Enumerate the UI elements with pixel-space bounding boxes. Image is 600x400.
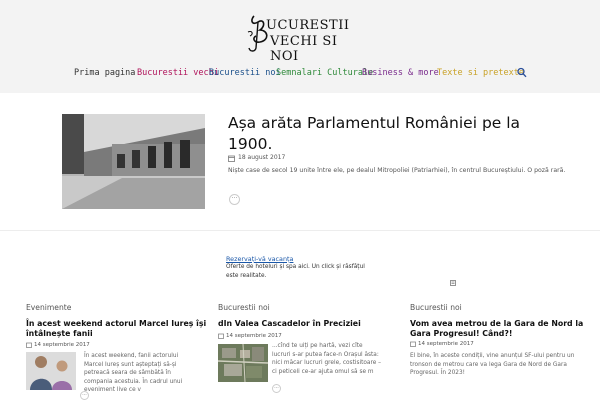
ad-text: Oferte de hoteluri și spa aici. Un click…: [226, 264, 365, 279]
featured-article-excerpt: Niște case de secol 19 unite între ele, …: [228, 167, 566, 174]
calendar-icon: [218, 333, 224, 339]
nav-item-semnalari-culturale[interactable]: Semnalari Culturale: [276, 68, 373, 78]
historic-parliament-photo: [62, 114, 205, 209]
column-3-article-title[interactable]: Vom avea metrou de la Gara de Nord la Ga…: [410, 319, 600, 339]
column-1-article-excerpt: În acest weekend, fanii actorului Marcel…: [84, 353, 183, 393]
column-1-read-more-button[interactable]: ···: [80, 391, 89, 400]
column-2-article-date: 14 septembrie 2017: [226, 333, 282, 339]
nav-item-texte-si-pretexte[interactable]: Texte si pretexte: [437, 68, 524, 78]
calendar-icon: [26, 342, 32, 348]
nav-item-business-more[interactable]: Business & more: [362, 68, 439, 78]
site-header: UCURESTII VECHI SI NOI Prima pagina Bucu…: [0, 0, 600, 93]
column-2-article-title[interactable]: dIn Valea Cascadelor în Preciziei: [218, 319, 403, 329]
column-1-article-title[interactable]: În acest weekend actorul Marcel Iureș îș…: [26, 319, 211, 339]
column-1-category[interactable]: Evenimente: [26, 303, 71, 312]
nav-item-prima-pagina[interactable]: Prima pagina: [74, 68, 135, 78]
featured-article-date: 18 august 2017: [238, 154, 286, 161]
calendar-icon: [410, 341, 416, 347]
featured-read-more-button[interactable]: ···: [229, 194, 240, 205]
column-1-article-date: 14 septembrie 2017: [34, 342, 90, 348]
section-divider: [0, 230, 600, 231]
featured-article-title[interactable]: Așa arăta Parlamentul României pe la 190…: [228, 113, 568, 155]
nav-item-bucurestii-noi[interactable]: Bucurestii noi: [209, 68, 281, 78]
ad-choices-icon[interactable]: [450, 280, 456, 286]
search-icon[interactable]: [517, 67, 527, 78]
ad-link[interactable]: Rezervați-vă vacanța: [226, 255, 293, 263]
actor-photo: [26, 352, 76, 390]
logo-text-line1: UCURESTII: [266, 18, 350, 33]
column-2-article-excerpt: ...cînd te uiți pe hartă, vezi cîte lucr…: [272, 343, 382, 375]
calendar-icon: [228, 155, 235, 162]
logo-text-line2: VECHI SI NOI: [270, 34, 338, 64]
column-2-read-more-button[interactable]: ···: [272, 384, 281, 393]
column-1-article-thumbnail[interactable]: [26, 352, 76, 390]
aerial-map-photo: [218, 344, 268, 382]
column-3-category[interactable]: Bucurestii noi: [410, 303, 462, 312]
column-3-article-excerpt: El bine, în aceste condiții, vine anunțu…: [410, 353, 575, 376]
column-2-article-thumbnail[interactable]: [218, 344, 268, 382]
column-2-category[interactable]: Bucurestii noi: [218, 303, 270, 312]
featured-article-image[interactable]: [62, 114, 205, 209]
main-navigation: Prima pagina Bucurestii vechi Bucurestii…: [74, 67, 534, 80]
site-logo[interactable]: UCURESTII VECHI SI NOI: [246, 12, 356, 64]
column-3-article-date: 14 septembrie 2017: [418, 341, 474, 347]
nav-item-bucurestii-vechi[interactable]: Bucurestii vechi: [137, 68, 219, 78]
